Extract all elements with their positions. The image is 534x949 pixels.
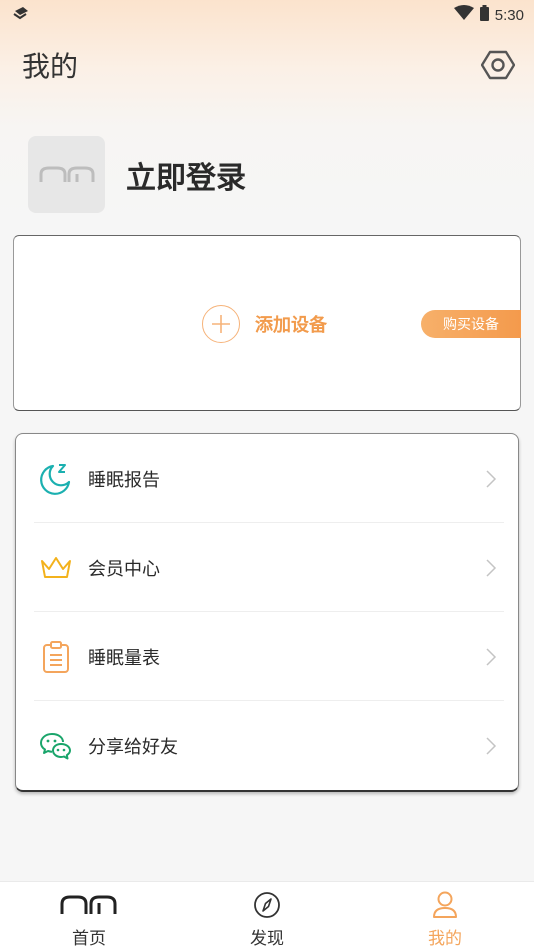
chevron-right-icon [486, 558, 497, 577]
person-icon [431, 890, 459, 920]
menu-item-membership[interactable]: 会员中心 [34, 523, 504, 612]
login-link[interactable]: 立即登录 [126, 153, 246, 197]
device-card: 添加设备 购买设备 [13, 235, 521, 411]
add-circle [202, 305, 240, 343]
app-logo-icon [39, 166, 94, 182]
menu-item-label: 分享给好友 [88, 736, 178, 758]
profile-section[interactable]: 立即登录 [28, 136, 246, 213]
add-device-label: 添加设备 [255, 315, 327, 336]
nav-label: 我的 [428, 929, 462, 949]
nav-label: 发现 [250, 929, 284, 949]
compass-icon [253, 890, 281, 920]
menu-item-label: 睡眠量表 [88, 647, 160, 669]
menu-item-label: 睡眠报告 [88, 469, 160, 491]
chevron-right-icon [486, 736, 497, 755]
menu-item-label: 会员中心 [88, 558, 160, 580]
settings-hexagon-icon [481, 50, 515, 80]
avatar[interactable] [28, 136, 105, 213]
notification-icon [12, 5, 30, 25]
nav-item-mine[interactable]: 我的 [356, 882, 534, 949]
wechat-icon [38, 728, 74, 764]
sleep-report-icon [38, 461, 74, 497]
chevron-right-icon [486, 647, 497, 666]
menu-card: 睡眠报告 会员中心 睡眠量表 分享给好友 [15, 433, 519, 792]
nav-item-home[interactable]: 首页 [0, 882, 178, 949]
clipboard-icon [38, 639, 74, 675]
chevron-right-icon [486, 469, 497, 488]
page-header: 我的 [0, 40, 534, 90]
menu-item-sleep-scale[interactable]: 睡眠量表 [34, 612, 504, 701]
crown-icon [38, 550, 74, 586]
page-title: 我的 [22, 50, 79, 83]
add-device-button[interactable]: 添加设备 [202, 304, 327, 344]
battery-icon [479, 5, 489, 25]
menu-item-share[interactable]: 分享给好友 [34, 701, 504, 790]
status-bar: 5:30 [0, 0, 534, 30]
home-logo-icon [59, 890, 119, 920]
buy-device-button[interactable]: 购买设备 [421, 310, 521, 338]
status-time: 5:30 [494, 6, 524, 24]
nav-label: 首页 [72, 929, 106, 949]
settings-button[interactable] [480, 47, 516, 83]
wifi-icon [453, 5, 474, 25]
bottom-nav: 首页 发现 我的 [0, 881, 534, 949]
plus-icon [212, 315, 230, 333]
menu-item-sleep-report[interactable]: 睡眠报告 [34, 434, 504, 523]
nav-item-discover[interactable]: 发现 [178, 882, 356, 949]
